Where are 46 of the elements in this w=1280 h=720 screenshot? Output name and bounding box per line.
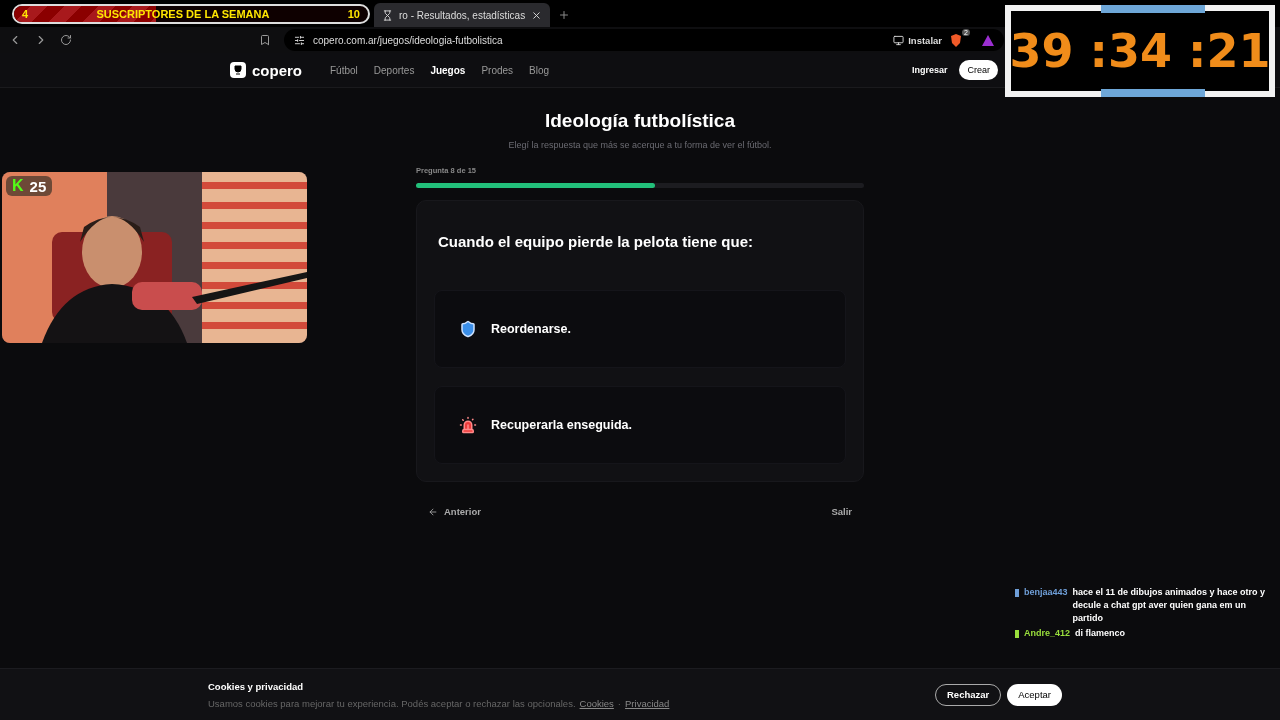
cookie-text: Usamos cookies para mejorar tu experiencia. Podés aceptar o rechazar las opcionales. xyxy=(208,697,576,709)
arrow-left-icon xyxy=(428,506,438,517)
nav-link[interactable]: Prodes xyxy=(481,64,514,76)
browser-tab[interactable]: ro - Resultados, estadísticas xyxy=(374,3,551,27)
cookie-title: Cookies y privacidad xyxy=(208,680,305,692)
close-icon[interactable] xyxy=(531,9,543,21)
chat-message: di flamenco xyxy=(1075,627,1126,640)
question-text: Cuando el equipo pierde la pelota tiene que: xyxy=(438,233,755,250)
nav-link[interactable]: Blog xyxy=(529,64,550,76)
chat-badge xyxy=(1015,589,1019,597)
page-subtitle: Elegí la respuesta que más se acerque a tu forma de ver el fútbol. xyxy=(508,140,772,150)
monitor-icon xyxy=(893,34,905,46)
goal-label: SUSCRIPTORES DE LA SEMANA xyxy=(95,8,271,20)
new-tab-icon[interactable] xyxy=(558,9,571,21)
triangle-icon[interactable] xyxy=(982,34,994,46)
logo-text: K xyxy=(12,177,24,195)
previous-link[interactable]: Anterior xyxy=(428,506,481,517)
answer-option[interactable]: Reordenarse. xyxy=(434,290,846,368)
chat-username: benjaa443 xyxy=(1024,586,1068,599)
separator-dot: · xyxy=(617,697,622,709)
login-link[interactable]: Ingresar xyxy=(911,65,948,75)
site-settings-icon[interactable] xyxy=(294,34,305,46)
site-logo[interactable]: copero xyxy=(230,61,302,79)
shield-icon xyxy=(459,320,477,338)
nav-link[interactable]: Juegos xyxy=(430,64,466,76)
chat-username: Andre_412 xyxy=(1024,627,1071,640)
lion-shield-icon[interactable] xyxy=(950,33,962,47)
exit-link[interactable]: Salir xyxy=(831,506,852,517)
timer-text: 39 :34 :21 xyxy=(1009,24,1271,78)
cookie-link[interactable]: Privacidad xyxy=(625,697,670,709)
nav-link[interactable]: Deportes xyxy=(373,64,415,76)
siren-icon xyxy=(459,416,477,434)
signup-button[interactable]: Crear xyxy=(959,60,998,80)
chat-badge xyxy=(1015,630,1019,638)
page-title: Ideología futbolística xyxy=(545,110,735,132)
viewer-count: 25 xyxy=(29,177,47,195)
accept-button[interactable]: Aceptar xyxy=(1007,683,1062,706)
hourglass-icon xyxy=(382,9,393,21)
cookie-link[interactable]: Cookies xyxy=(579,697,614,709)
answer-option[interactable]: Recuperarla enseguida. xyxy=(434,386,846,464)
goal-current: 4 xyxy=(22,8,29,20)
goal-target: 10 xyxy=(347,8,360,20)
bookmark-icon[interactable] xyxy=(259,34,271,46)
install-button[interactable]: Instalar xyxy=(893,34,942,46)
nav-link[interactable]: Fútbol xyxy=(330,64,358,76)
reload-icon[interactable] xyxy=(60,34,72,46)
